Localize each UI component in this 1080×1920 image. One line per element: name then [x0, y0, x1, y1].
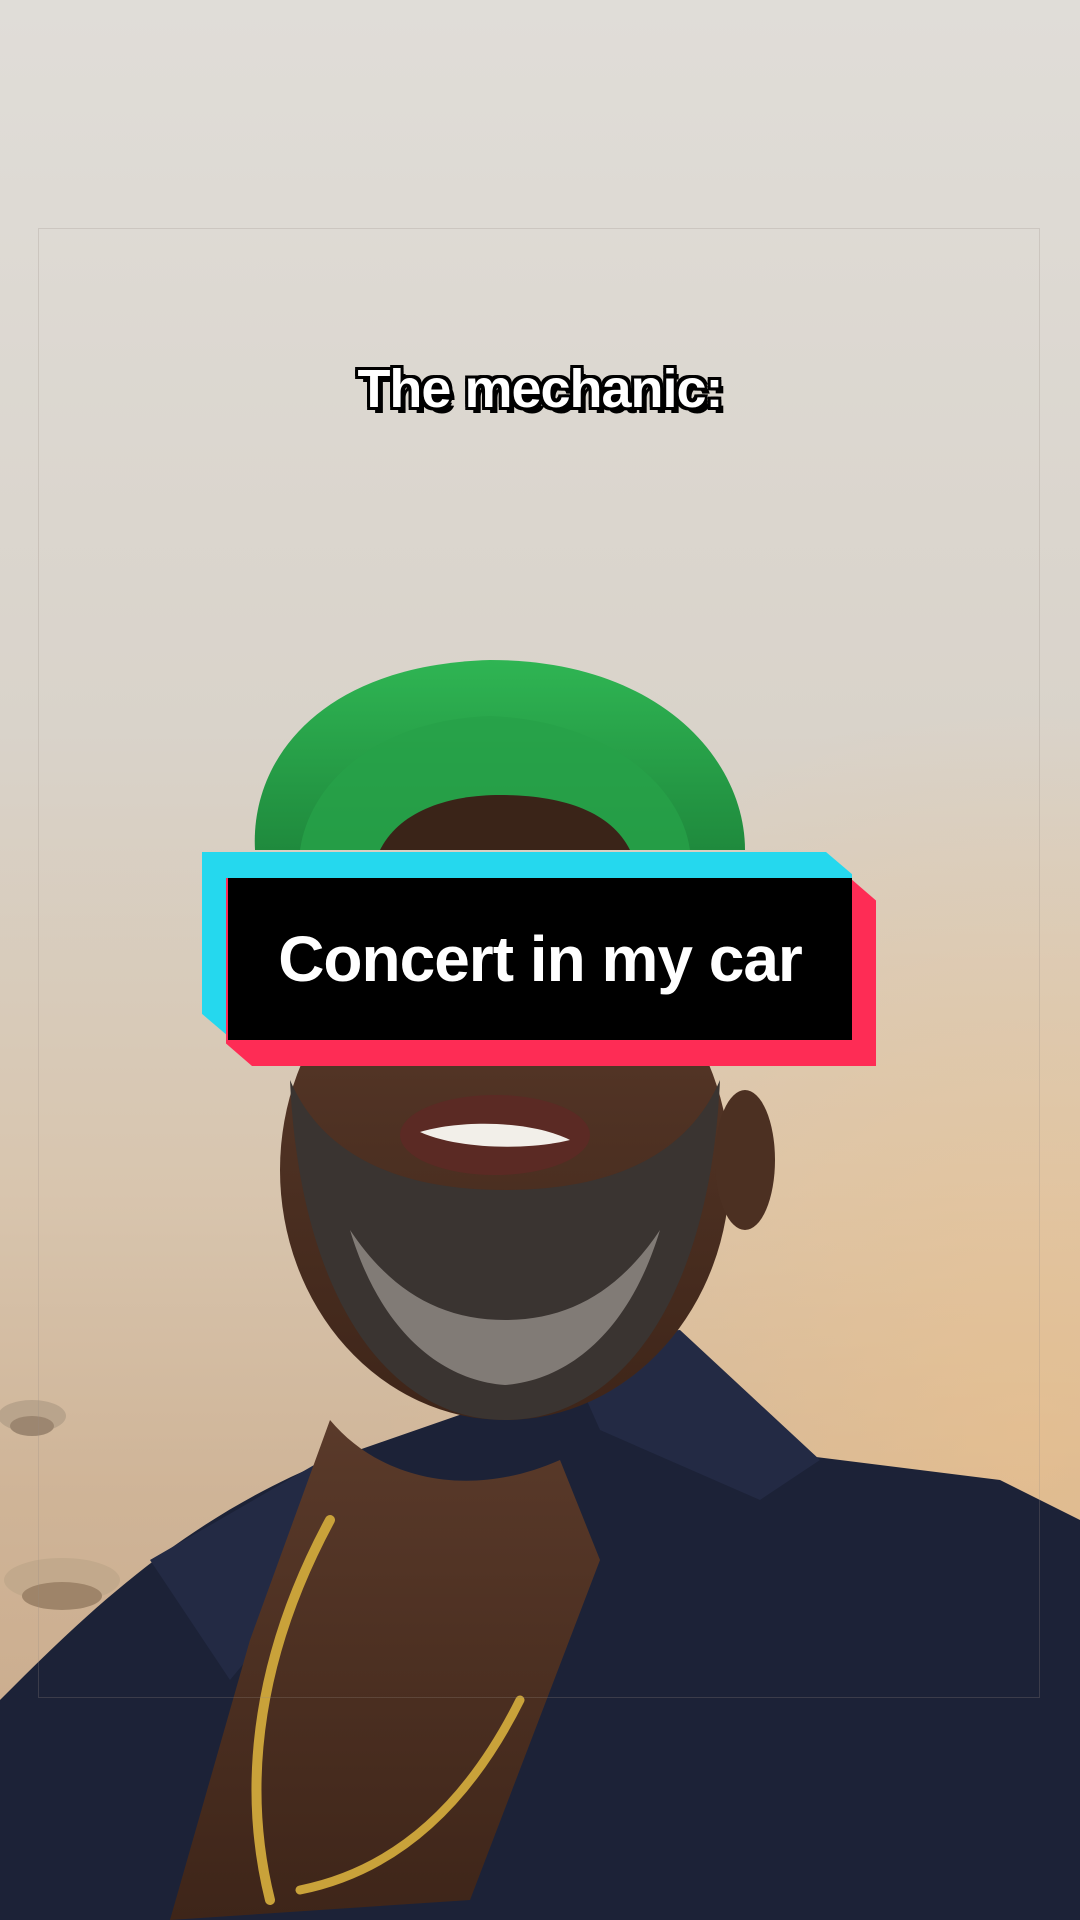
banner-caption: Concert in my car: [278, 923, 803, 995]
caption-banner: Concert in my car: [202, 852, 876, 1066]
banner-black-layer: Concert in my car: [228, 878, 852, 1040]
video-frame[interactable]: The mechanic: Concert in my car: [0, 0, 1080, 1920]
top-caption: The mechanic:: [357, 359, 723, 419]
